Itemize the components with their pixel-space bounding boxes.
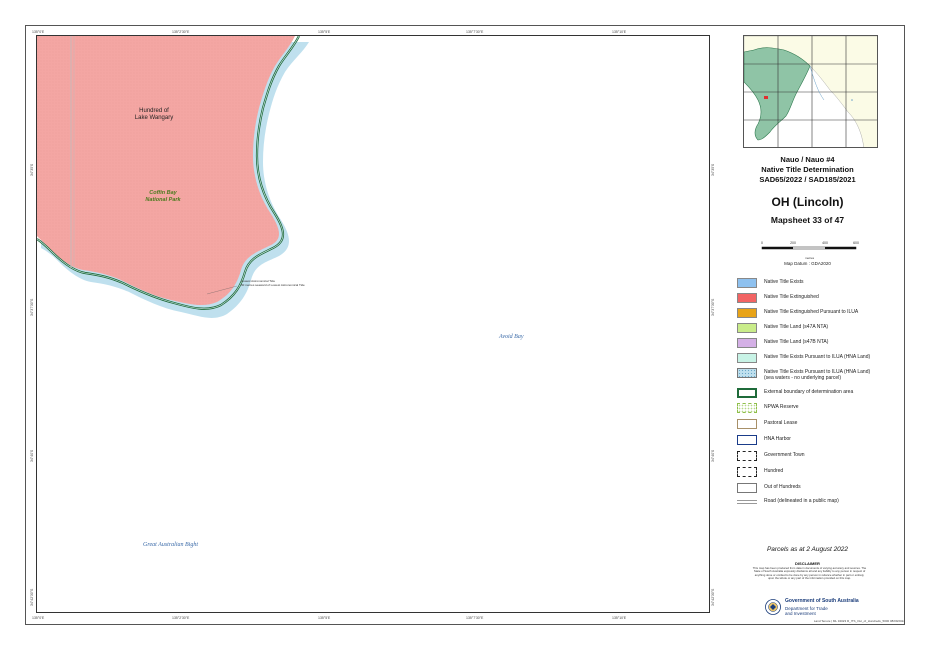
sa-crest-icon xyxy=(765,599,781,615)
legend-label: Native Title Extinguished xyxy=(764,294,819,300)
tick-bottom: 135°5'E xyxy=(318,616,331,620)
legend-label: Native Title Exists Pursuant to ILUA (HN… xyxy=(764,369,871,382)
legend-swatch xyxy=(737,278,757,288)
legend-swatch xyxy=(737,353,757,363)
legend-swatch xyxy=(737,419,757,429)
legend-label: Hundred xyxy=(764,468,784,474)
legend-swatch xyxy=(737,435,757,445)
map-info-panel: Nauo / Nauo #4 Native Title Determinatio… xyxy=(710,35,905,625)
legend-item: External boundary of determination area xyxy=(737,388,902,402)
legend-swatch xyxy=(737,483,757,493)
mapsheet-number: Mapsheet 33 of 47 xyxy=(770,215,845,225)
tick-top: 135°2'30"E xyxy=(172,30,190,34)
legend-label: HNA Harbor xyxy=(764,436,791,442)
legend-label: Native Title Extinguished Pursuant to IL… xyxy=(764,309,859,315)
map-datum: Map Datum : GDA2020 xyxy=(784,261,831,266)
legend-item: Native Title Land (s47A NTA) xyxy=(737,323,902,337)
legend-swatch xyxy=(737,451,757,461)
disclaimer-text: This map has been produced from data in … xyxy=(752,566,867,581)
legend-item: Pastoral Lease xyxy=(737,419,902,433)
legend-item: Out of Hundreds xyxy=(737,483,902,497)
map-frame[interactable]: Hundred of Lake Wangary Coffin Bay Natio… xyxy=(36,35,710,613)
legend-swatch xyxy=(737,403,757,413)
legend-item: Native Title Exists Pursuant to ILUA (HN… xyxy=(737,353,902,367)
map-canvas[interactable] xyxy=(37,36,710,613)
bight-label: Great Australian Bight xyxy=(143,542,199,548)
legend-swatch xyxy=(737,293,757,303)
parcels-date: Parcels as at 2 August 2022 xyxy=(766,546,849,553)
legend-label: Out of Hundreds xyxy=(764,484,801,490)
national-park-label: Coffin Bay National Park xyxy=(145,190,181,203)
legend-swatch xyxy=(737,388,757,398)
tick-top: 135°10'E xyxy=(612,30,627,34)
government-name: Government of South Australia xyxy=(785,598,859,604)
legend-item: NPWA Reserve xyxy=(737,403,902,417)
legend-item: Native Title Land (s47B NTA) xyxy=(737,338,902,352)
tick-top: 135°0'E xyxy=(32,30,45,34)
locator-inset-map[interactable] xyxy=(743,35,878,148)
tick-left: 34°42'30"S xyxy=(30,588,34,606)
project-title: Nauo / Nauo #4 Native Title Determinatio… xyxy=(710,155,905,184)
scale-bar: 0 200 400 600 metres xyxy=(760,241,860,261)
legend-item: HNA Harbor xyxy=(737,435,902,449)
avoid-bay-label: Avoid Bay xyxy=(499,334,524,340)
legend-swatch xyxy=(737,338,757,348)
map-name: OH (Lincoln) xyxy=(771,195,844,209)
map-footer-reference: Land Tenure | ML 32023 R_ITS_Out_of_Hund… xyxy=(813,619,905,623)
legend-item: Government Town xyxy=(737,451,902,465)
legend-swatch xyxy=(737,467,757,477)
legend-item: Native Title Extinguished Pursuant to IL… xyxy=(737,308,902,322)
legend-item: Native Title Extinguished xyxy=(737,293,902,307)
legend-label: Native Title Land (s47B NTA) xyxy=(764,339,829,345)
title-line-1: Nauo / Nauo #4 xyxy=(780,155,835,164)
tick-bottom: 135°10'E xyxy=(612,616,627,620)
title-line-2: Native Title Determination xyxy=(761,164,854,174)
legend-label: Road (delineated in a public map) xyxy=(764,498,839,504)
tick-bottom: 135°2'30"E xyxy=(172,616,190,620)
legend-swatch xyxy=(737,308,757,318)
title-line-3: SAD65/2022 / SAD185/2021 xyxy=(759,174,856,184)
hundred-label: Hundred of Lake Wangary xyxy=(134,108,174,121)
legend-swatch xyxy=(737,323,757,333)
tick-left: 34°37'30"S xyxy=(30,298,34,316)
legend-item: Hundred xyxy=(737,467,902,481)
tick-bottom: 135°0'E xyxy=(32,616,45,620)
legend-label: NPWA Reserve xyxy=(764,404,799,410)
tick-left: 34°40'S xyxy=(30,449,34,462)
scale-unit: metres xyxy=(805,256,815,260)
legend-label: Government Town xyxy=(764,452,805,458)
legend-item: Native Title Exists Pursuant to ILUA (HN… xyxy=(737,368,902,382)
inset-location-marker xyxy=(764,96,768,99)
legend-item: Native Title Exists xyxy=(737,278,902,292)
legend-swatch xyxy=(737,368,757,378)
department-name: Department for Trade and Investment xyxy=(785,606,828,617)
legend-swatch xyxy=(737,500,757,504)
legend-item: Road (delineated in a public map) xyxy=(737,497,902,511)
legend-label: Pastoral Lease xyxy=(764,420,798,426)
tick-top: 135°7'30"E xyxy=(466,30,484,34)
legend-label: External boundary of determination area xyxy=(764,389,854,395)
government-logo-block: Government of South Australia Department… xyxy=(765,597,885,621)
tide-annotation: Lowest Astronomical Tide 50 metres seawa… xyxy=(241,279,305,287)
legend-label: Native Title Land (s47A NTA) xyxy=(764,324,829,330)
legend-label: Native Title Exists Pursuant to ILUA (HN… xyxy=(764,354,871,360)
legend-label: Native Title Exists xyxy=(764,279,804,285)
tick-bottom: 135°7'30"E xyxy=(466,616,484,620)
tick-top: 135°5'E xyxy=(318,30,331,34)
tick-left: 34°35'S xyxy=(30,163,34,176)
